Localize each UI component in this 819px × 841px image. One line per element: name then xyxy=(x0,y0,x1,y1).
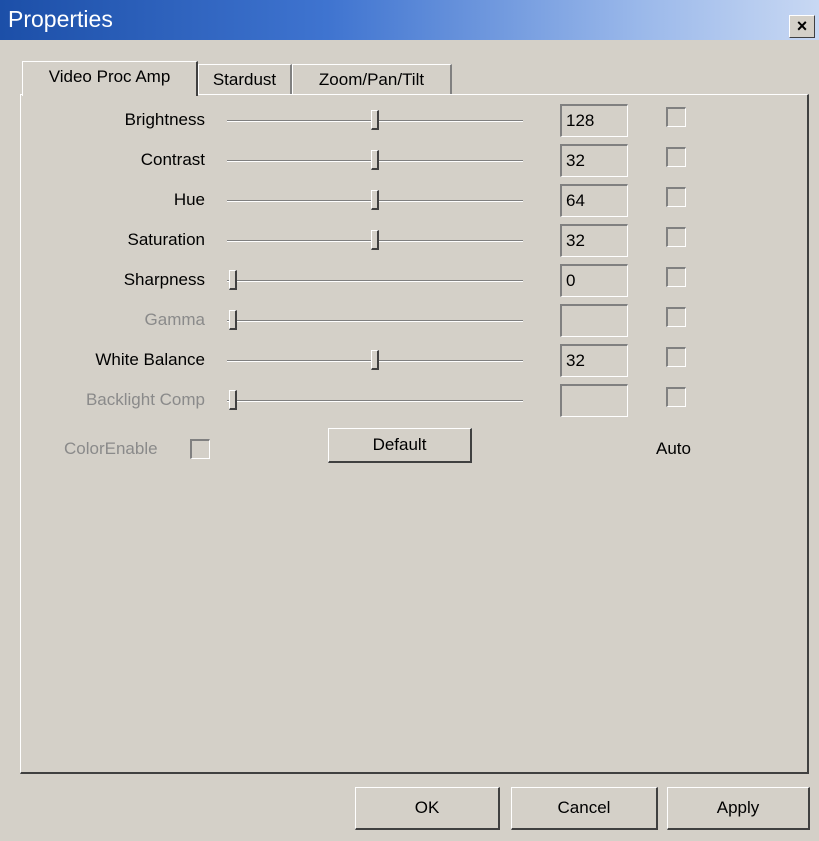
control-label: Hue xyxy=(173,190,205,209)
control-label: Brightness xyxy=(124,110,205,129)
control-label: Backlight Comp xyxy=(85,390,205,409)
contrast-slider[interactable] xyxy=(227,146,523,176)
tab-label: Zoom/Pan/Tilt xyxy=(318,70,425,89)
close-button[interactable]: × xyxy=(789,15,815,38)
default-button-label: Default xyxy=(372,435,427,454)
backlight-comp-value-field xyxy=(560,384,628,417)
sharpness-slider[interactable] xyxy=(227,266,523,296)
title-bar[interactable]: Properties × xyxy=(0,0,819,40)
slider-track xyxy=(227,400,523,402)
slider-thumb[interactable] xyxy=(371,110,379,130)
tab-stardust[interactable]: Stardust xyxy=(198,64,292,97)
slider-track xyxy=(227,320,523,322)
saturation-value-field[interactable]: 32 xyxy=(560,224,628,257)
hue-slider[interactable] xyxy=(227,186,523,216)
tab-video-proc-amp[interactable]: Video Proc Amp xyxy=(22,61,198,96)
white-balance-slider[interactable] xyxy=(227,346,523,376)
control-row-gamma: Gamma xyxy=(0,304,819,340)
control-label: White Balance xyxy=(95,350,205,369)
control-label: Gamma xyxy=(144,310,205,329)
control-label: Saturation xyxy=(127,230,206,249)
sharpness-value-field[interactable]: 0 xyxy=(560,264,628,297)
control-row-white-balance: White Balance 32 xyxy=(0,344,819,380)
white-balance-value-field[interactable]: 32 xyxy=(560,344,628,377)
control-row-sharpness: Sharpness 0 xyxy=(0,264,819,300)
white-balance-auto-checkbox[interactable] xyxy=(666,347,686,367)
saturation-slider[interactable] xyxy=(227,226,523,256)
hue-value-field[interactable]: 64 xyxy=(560,184,628,217)
slider-thumb xyxy=(229,310,237,330)
sharpness-auto-checkbox[interactable] xyxy=(666,267,686,287)
brightness-slider[interactable] xyxy=(227,106,523,136)
cancel-button-label: Cancel xyxy=(557,798,611,817)
tab-zoom-pan-tilt[interactable]: Zoom/Pan/Tilt xyxy=(292,64,452,97)
cancel-button[interactable]: Cancel xyxy=(511,787,658,830)
slider-thumb[interactable] xyxy=(371,350,379,370)
slider-track xyxy=(227,280,523,282)
ok-button[interactable]: OK xyxy=(355,787,500,830)
slider-thumb[interactable] xyxy=(371,230,379,250)
control-label: Sharpness xyxy=(123,270,205,289)
tab-label: Video Proc Amp xyxy=(48,67,171,86)
slider-thumb[interactable] xyxy=(229,270,237,290)
auto-column-label: Auto xyxy=(656,439,691,458)
control-row-hue: Hue 64 xyxy=(0,184,819,220)
control-label: Contrast xyxy=(140,150,205,169)
color-enable-label: ColorEnable xyxy=(64,439,158,458)
contrast-auto-checkbox[interactable] xyxy=(666,147,686,167)
ok-button-label: OK xyxy=(414,798,440,817)
brightness-value-field[interactable]: 128 xyxy=(560,104,628,137)
slider-thumb[interactable] xyxy=(371,150,379,170)
properties-dialog: Properties × Video Proc Amp Stardust Zoo… xyxy=(0,0,819,841)
color-enable-checkbox xyxy=(190,439,210,459)
backlight-comp-slider xyxy=(227,386,523,416)
contrast-value-field[interactable]: 32 xyxy=(560,144,628,177)
default-button[interactable]: Default xyxy=(328,428,472,463)
close-icon: × xyxy=(796,16,808,36)
control-row-saturation: Saturation 32 xyxy=(0,224,819,260)
slider-thumb[interactable] xyxy=(371,190,379,210)
gamma-auto-checkbox xyxy=(666,307,686,327)
apply-button[interactable]: Apply xyxy=(667,787,810,830)
control-row-contrast: Contrast 32 xyxy=(0,144,819,180)
gamma-value-field xyxy=(560,304,628,337)
control-row-backlight-comp: Backlight Comp xyxy=(0,384,819,420)
hue-auto-checkbox[interactable] xyxy=(666,187,686,207)
brightness-auto-checkbox[interactable] xyxy=(666,107,686,127)
gamma-slider xyxy=(227,306,523,336)
window-title: Properties xyxy=(8,6,113,32)
tab-label: Stardust xyxy=(212,70,277,89)
apply-button-label: Apply xyxy=(716,798,760,817)
control-row-brightness: Brightness 128 xyxy=(0,104,819,140)
backlight-comp-auto-checkbox xyxy=(666,387,686,407)
slider-thumb xyxy=(229,390,237,410)
saturation-auto-checkbox[interactable] xyxy=(666,227,686,247)
